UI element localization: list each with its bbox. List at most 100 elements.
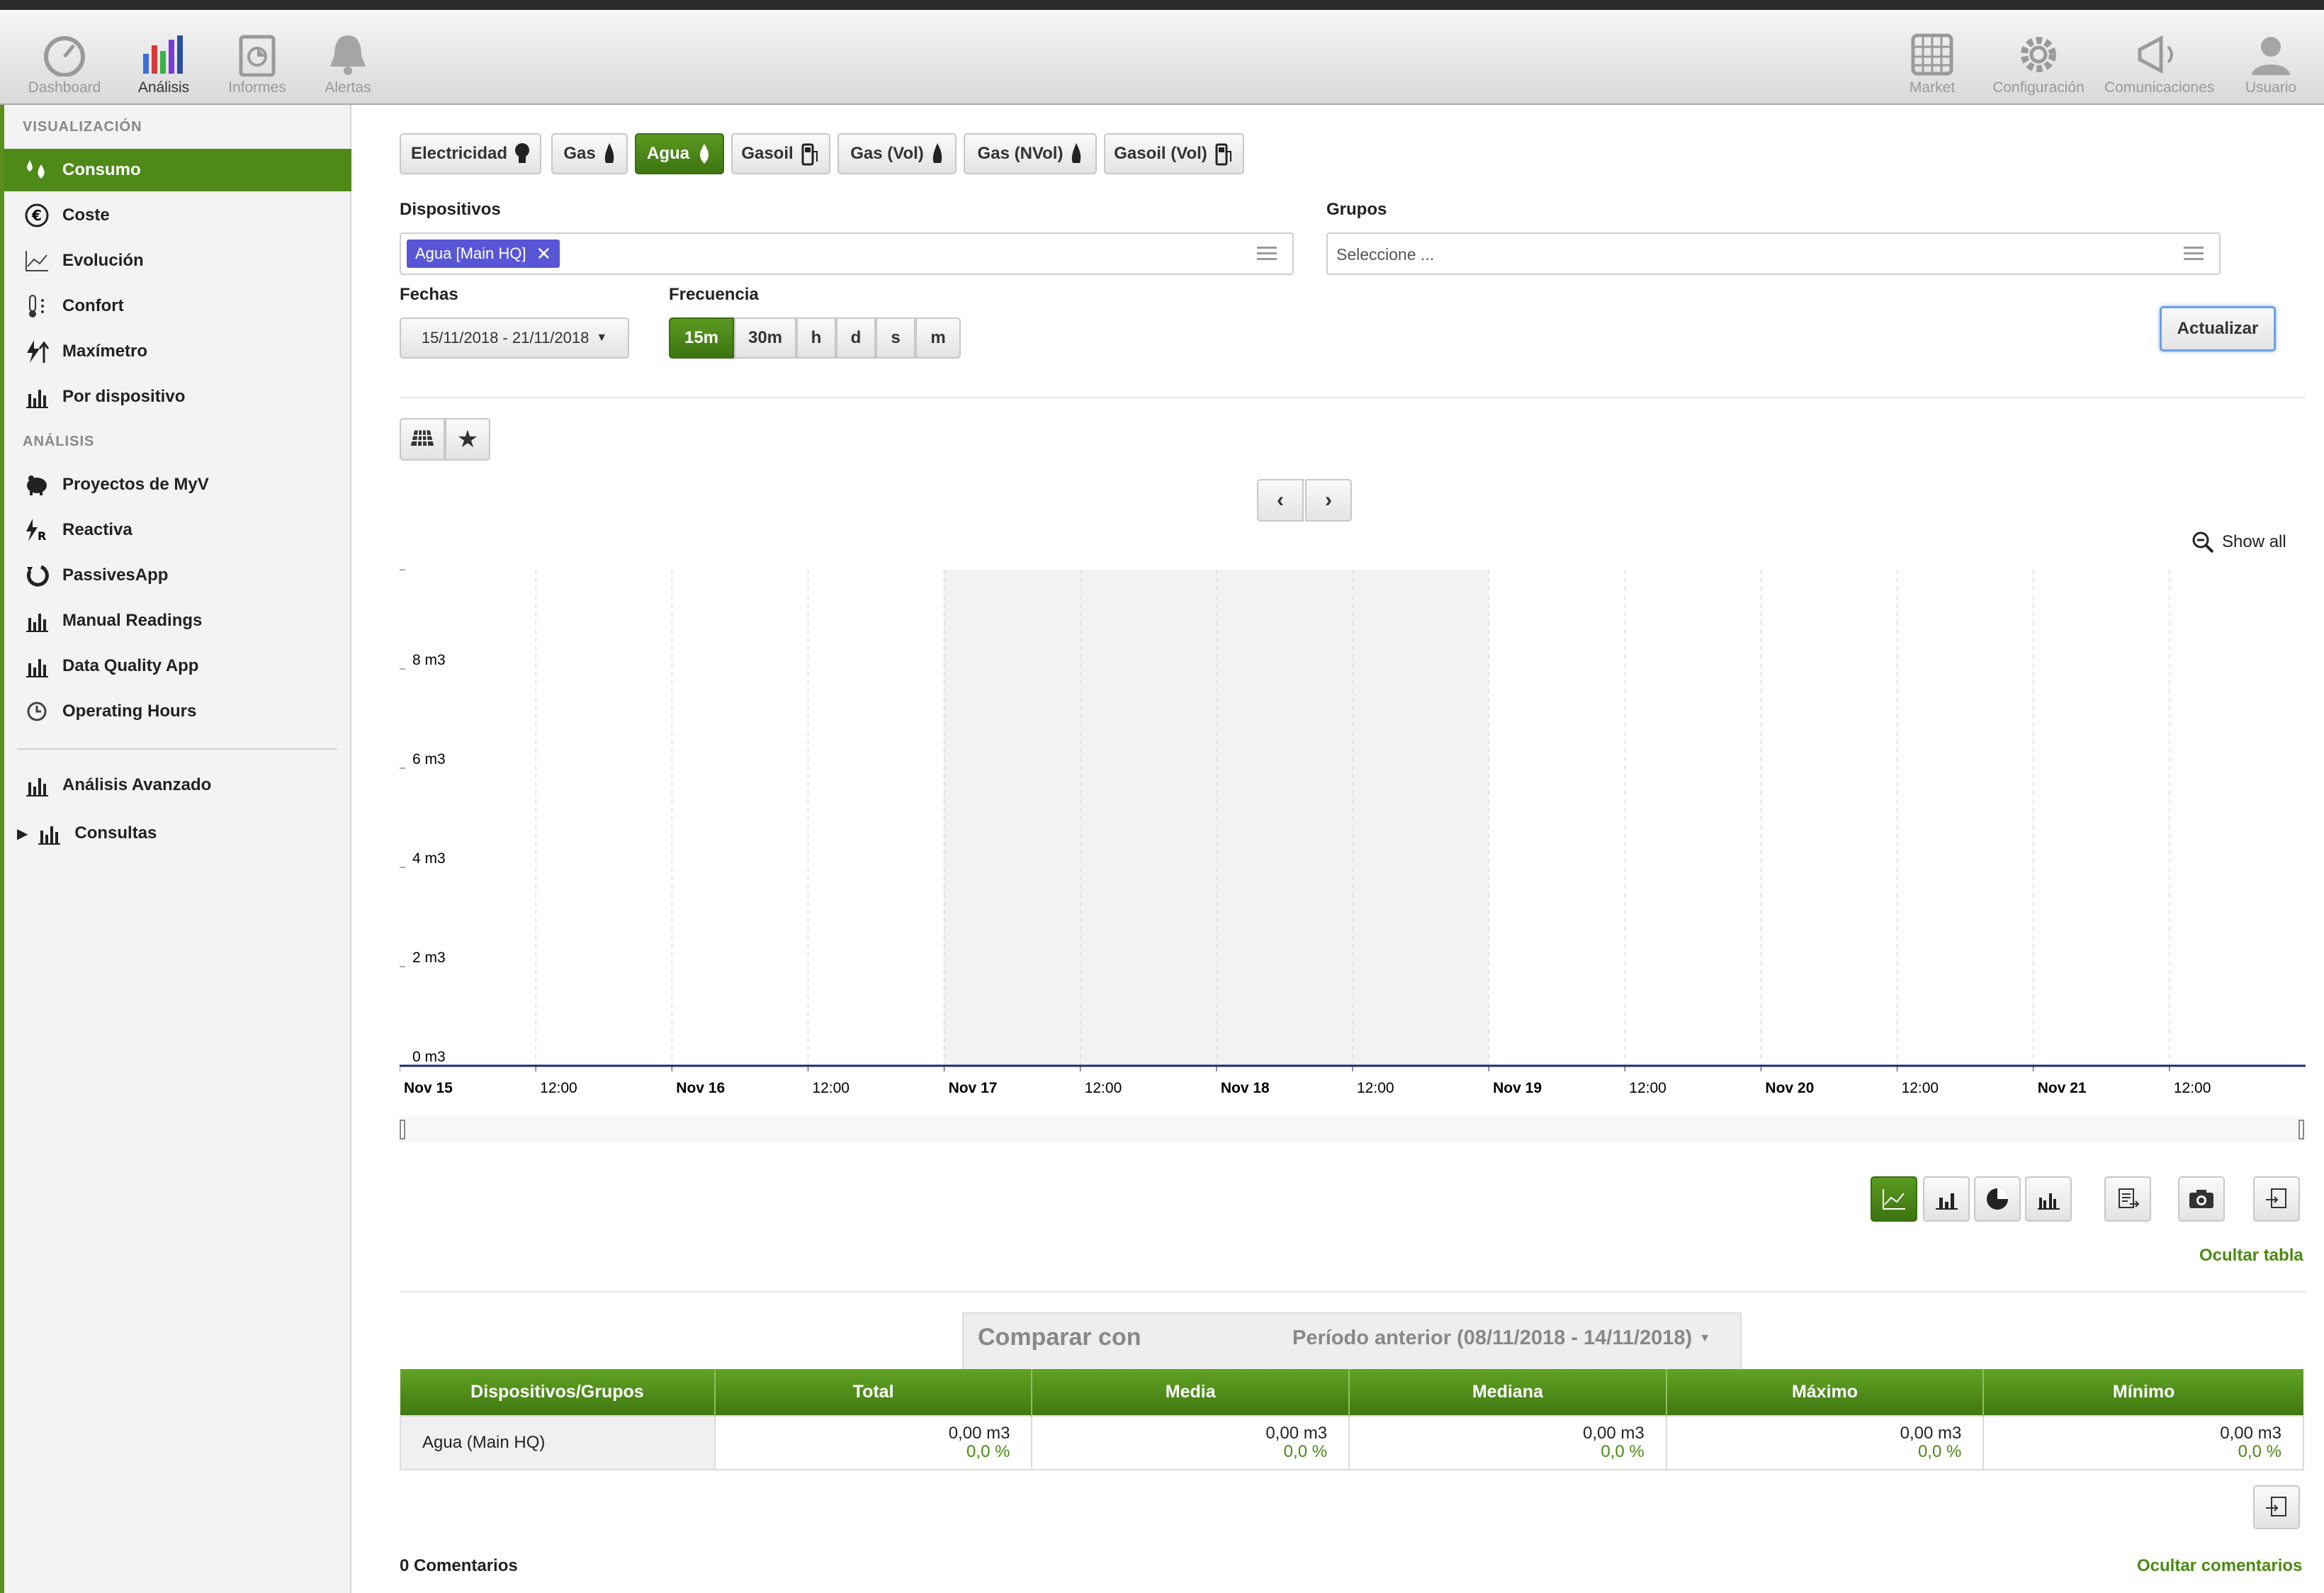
export-data-button[interactable] — [2253, 1176, 2300, 1222]
cell-media: 0,00 m3 0,0 % — [1031, 1415, 1350, 1470]
sidebar-item-analisis-avanzado[interactable]: Análisis Avanzado — [4, 764, 351, 806]
export-report-button[interactable] — [2104, 1176, 2151, 1222]
list-icon[interactable] — [1257, 247, 1277, 264]
devices-select[interactable]: Agua [Main HQ] ✕ — [400, 232, 1294, 275]
sidebar-item-consumo[interactable]: Consumo — [4, 149, 351, 191]
consumption-chart[interactable]: 0 m3 2 m3 4 m3 6 m3 8 m3 Nov 15 12:00 Nov 16 12… — [400, 560, 2306, 1098]
export-table-button[interactable] — [2253, 1485, 2300, 1529]
next-period-button[interactable]: › — [1305, 479, 1352, 522]
sidebar-item-consultas[interactable]: ▶ Consultas — [4, 812, 351, 855]
tab-gasoil-vol[interactable]: Gasoil (Vol) — [1104, 133, 1244, 174]
sidebar-item-por-dispositivo[interactable]: Por dispositivo — [4, 376, 351, 418]
view-grouped-bar-button[interactable] — [2025, 1176, 2072, 1222]
cell-maximo: 0,00 m3 0,0 % — [1665, 1415, 1985, 1470]
col-header-total[interactable]: Total — [714, 1369, 1033, 1416]
nav-alerts[interactable]: Alertas — [295, 26, 401, 103]
dates-label: Fechas — [400, 285, 458, 304]
compare-period-value: Período anterior (08/11/2018 - 14/11/201… — [1292, 1327, 1693, 1349]
view-line-button[interactable] — [1871, 1176, 1917, 1222]
groups-select[interactable]: Seleccione ... — [1326, 232, 2221, 275]
update-button[interactable]: Actualizar — [2160, 306, 2276, 351]
navigator-handle-right[interactable] — [2298, 1120, 2304, 1139]
sidebar-item-passivesapp[interactable]: PassivesApp — [4, 554, 351, 597]
remove-chip-icon[interactable]: ✕ — [536, 243, 552, 265]
sidebar-divider — [17, 748, 337, 750]
view-bar-button[interactable] — [1923, 1176, 1970, 1222]
cell-value: 0,00 m3 — [948, 1424, 1010, 1443]
date-range-picker[interactable]: 15/11/2018 - 21/11/2018 ▼ — [400, 317, 629, 359]
sidebar-item-reactiva[interactable]: R Reactiva — [4, 509, 351, 551]
nav-user[interactable]: Usuario — [2225, 26, 2317, 103]
nav-label: Análisis — [137, 79, 190, 96]
y-tick-label: 6 m3 — [412, 751, 446, 767]
comments-count: 0 Comentarios — [400, 1556, 518, 1575]
bar-chart-icon — [26, 659, 48, 677]
list-icon[interactable] — [2184, 247, 2204, 264]
tab-gas[interactable]: Gas — [551, 133, 628, 174]
summary-table: Dispositivos/Grupos Total Media Mediana … — [400, 1369, 2304, 1470]
sidebar: VISUALIZACIÓN Consumo € Coste Evolución … — [0, 105, 351, 1593]
nav-market[interactable]: Market — [1879, 26, 1985, 103]
x-tick-label: Nov 16 — [676, 1080, 725, 1096]
compare-box: Comparar con Período anterior (08/11/201… — [962, 1312, 1742, 1369]
x-tick-label: 12:00 — [812, 1080, 850, 1096]
device-chip: Agua [Main HQ] ✕ — [407, 240, 560, 268]
sidebar-item-data-quality-app[interactable]: Data Quality App — [4, 645, 351, 687]
sidebar-item-proyectos-myv[interactable]: Proyectos de MyV — [4, 463, 351, 506]
fuel-pump-icon — [801, 143, 818, 166]
freq-month[interactable]: m — [915, 317, 961, 359]
tab-label: Gas (Vol) — [850, 144, 924, 163]
favorite-button[interactable]: ★ — [445, 418, 490, 461]
sidebar-section-analysis: ANÁLISIS — [23, 434, 95, 449]
show-all-label: Show all — [2222, 532, 2286, 551]
navigator-handle-left[interactable] — [400, 1120, 405, 1139]
col-header-mediana[interactable]: Mediana — [1349, 1369, 1667, 1416]
nav-analysis[interactable]: Análisis — [111, 26, 217, 103]
cell-pct: 0,0 % — [2238, 1442, 2281, 1461]
svg-text:€: € — [31, 207, 42, 224]
previous-period-button[interactable]: ‹ — [1257, 479, 1304, 522]
col-header-minimo[interactable]: Mínimo — [1983, 1369, 2303, 1416]
solar-panel-button[interactable] — [400, 418, 445, 461]
devices-label: Dispositivos — [400, 200, 501, 219]
sidebar-item-evolucion[interactable]: Evolución — [4, 240, 351, 282]
analysis-bar-chart-icon — [143, 35, 183, 74]
sidebar-item-label: Confort — [62, 296, 124, 315]
col-header-devices[interactable]: Dispositivos/Grupos — [400, 1369, 716, 1416]
caret-down-icon: ▼ — [596, 332, 608, 344]
nav-dashboard[interactable]: Dashboard — [11, 26, 118, 103]
freq-day[interactable]: d — [836, 317, 876, 359]
divider — [400, 397, 2306, 398]
x-tick-label: 12:00 — [1357, 1080, 1394, 1096]
show-all-button[interactable]: Show all — [2191, 530, 2286, 554]
sidebar-item-confort[interactable]: Confort — [4, 285, 351, 327]
nav-communications[interactable]: Comunicaciones — [2104, 26, 2214, 103]
freq-15m[interactable]: 15m — [669, 317, 734, 359]
freq-week[interactable]: s — [876, 317, 915, 359]
sidebar-item-coste[interactable]: € Coste — [4, 194, 351, 237]
expand-triangle-icon[interactable]: ▶ — [17, 825, 28, 843]
tab-gas-vol[interactable]: Gas (Vol) — [837, 133, 957, 174]
navigator-scrollbar[interactable] — [400, 1117, 2304, 1142]
freq-hour[interactable]: h — [796, 317, 836, 359]
sidebar-item-maximetro[interactable]: Maxímetro — [4, 330, 351, 373]
freq-30m[interactable]: 30m — [734, 317, 796, 359]
tab-gasoil[interactable]: Gasoil — [731, 133, 830, 174]
tab-agua[interactable]: Agua — [635, 133, 724, 174]
sidebar-item-operating-hours[interactable]: Operating Hours — [4, 690, 351, 733]
col-header-maximo[interactable]: Máximo — [1666, 1369, 1985, 1416]
nav-settings[interactable]: Configuración — [1985, 26, 2092, 103]
hide-table-link[interactable]: Ocultar tabla — [2199, 1246, 2303, 1266]
col-header-media[interactable]: Media — [1032, 1369, 1350, 1416]
tab-gas-nvol[interactable]: Gas (NVol) — [964, 133, 1097, 174]
view-pie-button[interactable] — [1974, 1176, 2021, 1222]
tab-label: Gasoil — [741, 144, 794, 163]
x-tick-label: Nov 18 — [1221, 1080, 1270, 1096]
tab-electricidad[interactable]: Electricidad — [400, 133, 541, 174]
screenshot-button[interactable] — [2178, 1176, 2225, 1222]
x-tick-label: 12:00 — [540, 1080, 577, 1096]
sidebar-item-manual-readings[interactable]: Manual Readings — [4, 600, 351, 642]
compare-period-select[interactable]: Período anterior (08/11/2018 - 14/11/201… — [1292, 1327, 1710, 1350]
hide-comments-link[interactable]: Ocultar comentarios — [2137, 1556, 2302, 1576]
sidebar-item-label: Evolución — [62, 251, 144, 270]
